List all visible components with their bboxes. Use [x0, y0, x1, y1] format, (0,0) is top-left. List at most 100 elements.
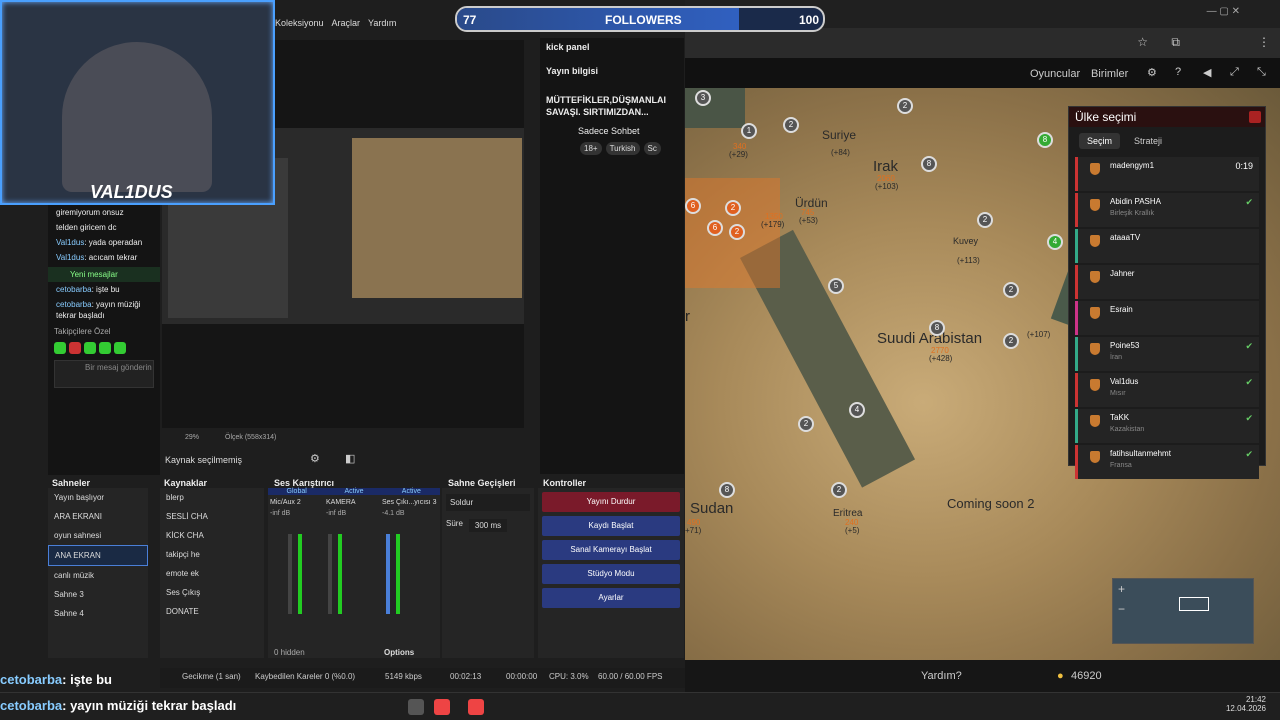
zoom-level[interactable]: 29% — [185, 434, 199, 441]
player-row[interactable]: madengym1 0:19 — [1075, 157, 1259, 191]
mixer-channel[interactable]: KAMERA — [326, 499, 382, 506]
city-marker[interactable]: 5 — [828, 278, 844, 294]
zoom-out-icon[interactable]: − — [1118, 602, 1125, 616]
extensions-icon[interactable]: ⧉ — [1171, 35, 1180, 50]
emote-icon[interactable] — [114, 342, 126, 354]
emote-icon[interactable] — [69, 342, 81, 354]
stream-info-header[interactable]: Yayın bilgisi — [540, 56, 684, 80]
source-item[interactable]: KİCK CHA — [160, 526, 264, 545]
player-row[interactable]: Poine53 İran ✔ — [1075, 337, 1259, 371]
mixer-channel[interactable]: Mic/Aux 2 — [270, 499, 326, 506]
city-marker[interactable]: 2 — [977, 212, 993, 228]
city-marker[interactable]: 2 — [725, 200, 741, 216]
player-row[interactable]: Jahner — [1075, 265, 1259, 299]
window-controls[interactable]: — ▢ ✕ — [1207, 6, 1240, 17]
city-marker[interactable]: 2 — [783, 117, 799, 133]
city-marker[interactable]: 2 — [729, 224, 745, 240]
taskbar-app-icon[interactable] — [408, 699, 424, 715]
duration-input[interactable]: 300 ms — [468, 519, 508, 532]
chrome-icon[interactable] — [468, 699, 484, 715]
source-item[interactable]: Ses Çıkış — [160, 583, 264, 602]
source-item[interactable]: DONATE — [160, 602, 264, 621]
city-marker[interactable]: 4 — [1047, 234, 1063, 250]
control-button[interactable]: Kaydı Başlat — [542, 516, 680, 536]
emote-icon[interactable] — [54, 342, 66, 354]
units-link[interactable]: Birimler — [1091, 68, 1128, 80]
help-link[interactable]: Yardım? — [921, 670, 962, 682]
city-marker[interactable]: 3 — [695, 90, 711, 106]
help-icon[interactable]: ? — [1175, 66, 1181, 78]
source-item[interactable]: takipçi he — [160, 545, 264, 564]
player-row[interactable]: Esrain — [1075, 301, 1259, 335]
control-button[interactable]: Ayarlar — [542, 588, 680, 608]
stream-category[interactable]: Sadece Sohbet — [540, 122, 684, 140]
player-row[interactable]: fatihsultanmehmt Fransa ✔ — [1075, 445, 1259, 479]
scene-item[interactable]: ARA EKRANI — [48, 507, 148, 526]
transition-select[interactable]: Soldur — [446, 494, 530, 511]
scene-item[interactable]: Yayın başlıyor — [48, 488, 148, 507]
sound-icon[interactable]: ◀ — [1203, 66, 1211, 79]
chat-line: cetobarba: işte bu — [56, 285, 120, 294]
options-button[interactable]: Options — [384, 648, 414, 657]
scene-item[interactable]: oyun sahnesi — [48, 526, 148, 545]
city-marker[interactable]: 8 — [929, 320, 945, 336]
volume-slider[interactable] — [386, 534, 390, 614]
city-marker[interactable]: 2 — [1003, 282, 1019, 298]
new-messages-banner[interactable]: Yeni mesajlar — [48, 267, 160, 282]
filters-icon[interactable]: ◧ — [345, 452, 355, 465]
tab-secim[interactable]: Seçim — [1079, 133, 1121, 149]
player-row[interactable]: Val1dus Mısır ✔ — [1075, 373, 1259, 407]
city-marker[interactable]: 4 — [849, 402, 865, 418]
mixer-dock: Global Active Active Mic/Aux 2 KAMERA Se… — [268, 488, 440, 658]
tab-strateji[interactable]: Strateji — [1126, 133, 1170, 149]
zoom-in-icon[interactable]: + — [1118, 582, 1125, 596]
menu-tools[interactable]: Araçlar — [332, 18, 361, 38]
control-button[interactable]: Yayını Durdur — [542, 492, 680, 512]
close-panel-button[interactable] — [1249, 111, 1261, 123]
volume-slider[interactable] — [288, 534, 292, 614]
control-button[interactable]: Stüdyo Modu — [542, 564, 680, 584]
expand-icon[interactable]: ⤡ — [1257, 66, 1266, 79]
control-button[interactable]: Sanal Kamerayı Başlat — [542, 540, 680, 560]
city-marker[interactable]: 2 — [798, 416, 814, 432]
menu-collections[interactable]: Koleksiyonu — [275, 18, 324, 38]
city-marker[interactable]: 6 — [707, 220, 723, 236]
scene-item[interactable]: canlı müzik — [48, 566, 148, 585]
emote-icon[interactable] — [84, 342, 96, 354]
source-item[interactable]: emote ek — [160, 564, 264, 583]
tag: 18+ — [580, 142, 602, 155]
clock[interactable]: 21:42 12.04.2026 — [1226, 695, 1266, 713]
scene-item[interactable]: Sahne 4 — [48, 604, 148, 623]
city-marker[interactable]: 2 — [897, 98, 913, 114]
mixer-tabs[interactable]: Global Active Active — [268, 488, 440, 495]
source-item[interactable]: blerp — [160, 488, 264, 507]
city-marker[interactable]: 8 — [1037, 132, 1053, 148]
minimap-viewport[interactable] — [1179, 597, 1209, 611]
fullscreen-icon[interactable]: ⤢ — [1230, 66, 1239, 79]
source-item[interactable]: SESLİ CHA — [160, 507, 264, 526]
chat-input[interactable]: Bir mesaj gönderin — [54, 360, 154, 388]
gear-icon[interactable]: ⚙ — [310, 452, 320, 465]
city-marker[interactable]: 8 — [719, 482, 735, 498]
scene-item[interactable]: Sahne 3 — [48, 585, 148, 604]
menu-help[interactable]: Yardım — [368, 18, 396, 38]
scene-item[interactable]: ANA EKRAN — [48, 545, 148, 566]
city-marker[interactable]: 8 — [921, 156, 937, 172]
player-row[interactable]: TaKK Kazakistan ✔ — [1075, 409, 1259, 443]
players-link[interactable]: Oyuncular — [1030, 68, 1080, 80]
menu-icon[interactable]: ⋮ — [1258, 35, 1270, 49]
city-marker[interactable]: 1 — [741, 123, 757, 139]
star-icon[interactable]: ☆ — [1137, 35, 1148, 49]
minimap[interactable] — [1112, 578, 1254, 644]
city-marker[interactable]: 6 — [685, 198, 701, 214]
city-marker[interactable]: 2 — [1003, 333, 1019, 349]
settings-icon[interactable]: ⚙ — [1147, 66, 1157, 79]
emote-icon[interactable] — [99, 342, 111, 354]
canvas-scale[interactable]: Ölçek (558x314) — [225, 434, 276, 441]
volume-slider[interactable] — [328, 534, 332, 614]
city-marker[interactable]: 2 — [831, 482, 847, 498]
mixer-channel[interactable]: Ses Çıkı...yıcısı 3 — [382, 499, 438, 506]
player-row[interactable]: ataaaTV — [1075, 229, 1259, 263]
chrome-icon[interactable] — [434, 699, 450, 715]
player-row[interactable]: Abidin PASHA Birleşik Krallık ✔ — [1075, 193, 1259, 227]
